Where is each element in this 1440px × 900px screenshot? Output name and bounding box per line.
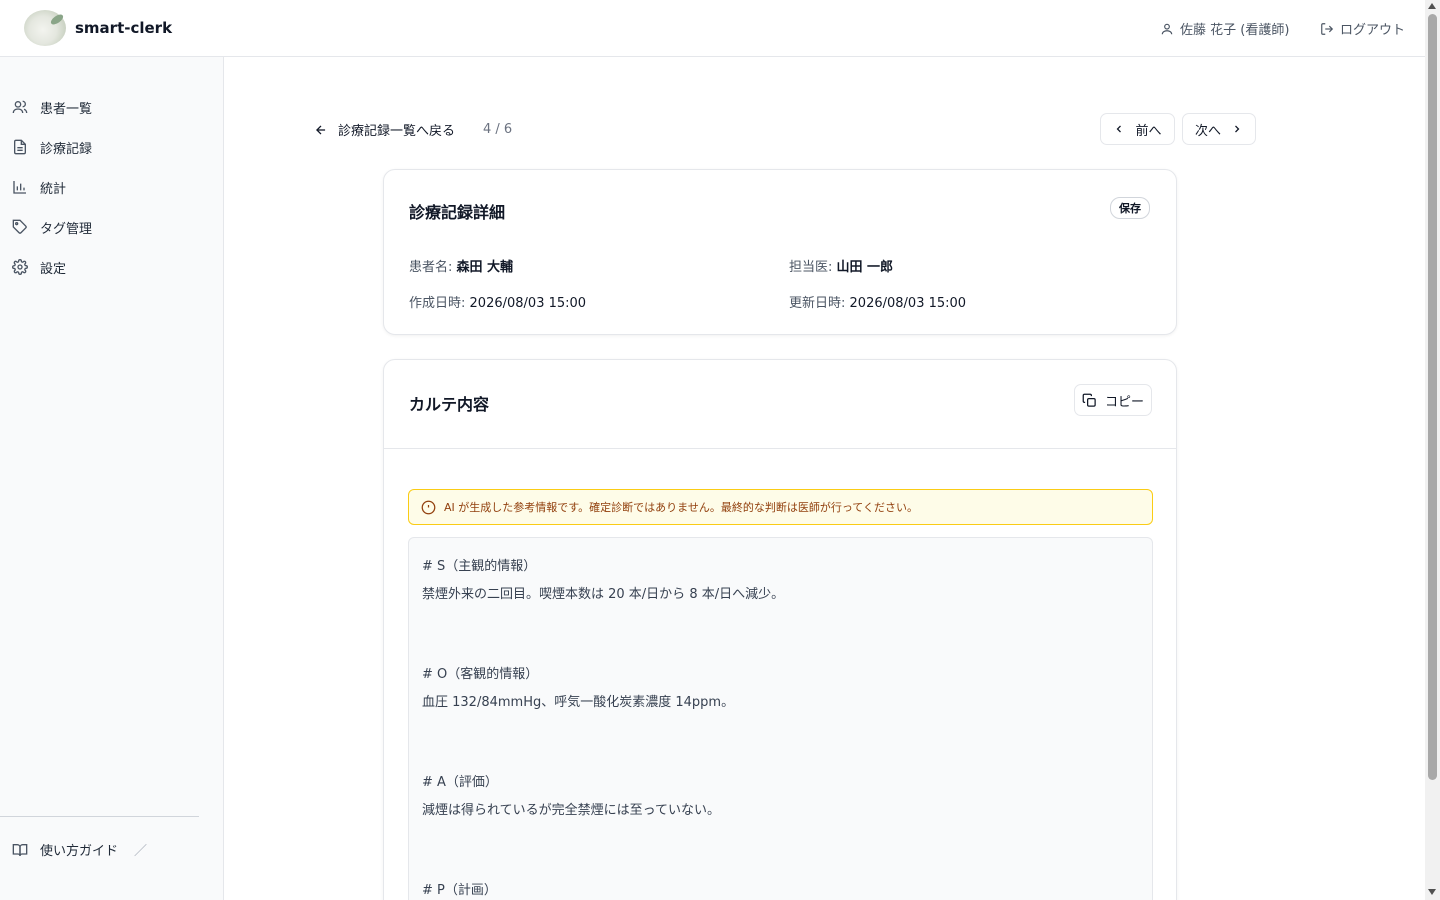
chart-content-card: カルテ内容 コピー AI が生成した参考情報です。確定診断ではありません。最終的… xyxy=(383,359,1177,900)
doctor-label: 担当医: xyxy=(789,260,833,275)
copy-label: コピー xyxy=(1104,394,1144,410)
scroll-down-arrow-icon[interactable] xyxy=(1428,889,1436,895)
user-name: 佐藤 花子 (看護師) xyxy=(1180,23,1290,38)
sidebar: 患者一覧 診療記録 統計 タグ管理 設定 使い方ガイド ／ xyxy=(0,57,224,900)
next-label: 次へ xyxy=(1194,123,1221,139)
chart-line: # O（客観的情報） xyxy=(422,667,539,682)
record-counter: 4 / 6 xyxy=(483,122,513,137)
app-logo xyxy=(24,10,66,46)
warning-text: AI が生成した参考情報です。確定診断ではありません。最終的な判断は医師が行って… xyxy=(444,501,918,514)
patient-label: 患者名: xyxy=(409,260,453,275)
scroll-up-arrow-icon[interactable] xyxy=(1428,3,1436,9)
updated-label: 更新日時: xyxy=(789,296,846,311)
chevron-right-icon xyxy=(1231,123,1243,135)
page-scrollbar[interactable] xyxy=(1425,0,1440,900)
record-detail-title: 診療記録詳細 xyxy=(409,203,506,222)
chart-line: 禁煙外来の二回目。喫煙本数は 20 本/日から 8 本/日へ減少。 xyxy=(422,587,785,602)
sidebar-item-label: 患者一覧 xyxy=(40,101,93,117)
logout-icon xyxy=(1320,22,1334,36)
logout-button[interactable]: ログアウト xyxy=(1320,19,1405,38)
sidebar-item-settings[interactable]: 設定 xyxy=(12,255,66,279)
user-icon xyxy=(1160,22,1174,36)
ai-warning-banner: AI が生成した参考情報です。確定診断ではありません。最終的な判断は医師が行って… xyxy=(408,489,1153,525)
chart-line: 血圧 132/84mmHg、呼気一酸化炭素濃度 14ppm。 xyxy=(422,695,735,710)
created-label: 作成日時: xyxy=(409,296,466,311)
doctor-name: 山田 一郎 xyxy=(836,260,894,275)
chart-line: # P（計画） xyxy=(422,883,497,898)
created-field: 作成日時: 2026/08/03 15:00 xyxy=(409,292,586,311)
arrow-left-icon xyxy=(314,123,328,137)
guide-suffix: ／ xyxy=(134,844,148,859)
record-detail-card: 診療記録詳細 保存 患者名: 森田 大輔 担当医: 山田 一郎 作成日時: 20… xyxy=(383,169,1177,335)
back-label: 診療記録一覧へ戻る xyxy=(338,124,456,139)
logout-label: ログアウト xyxy=(1340,23,1406,38)
prev-button[interactable]: 前へ xyxy=(1100,113,1175,145)
sidebar-item-stats[interactable]: 統計 xyxy=(12,175,66,199)
guide-label: 使い方ガイド xyxy=(40,844,119,859)
status-badge: 保存 xyxy=(1110,197,1150,219)
book-icon xyxy=(12,842,28,858)
chart-line: 減煙は得られているが完全禁煙には至っていない。 xyxy=(422,803,720,818)
chart-text-box: # S（主観的情報） 禁煙外来の二回目。喫煙本数は 20 本/日から 8 本/日… xyxy=(408,537,1153,900)
chevron-left-icon xyxy=(1113,123,1125,135)
sidebar-divider xyxy=(0,816,199,817)
gear-icon xyxy=(12,259,28,275)
chart-line: # S（主観的情報） xyxy=(422,559,537,574)
users-icon xyxy=(12,99,28,115)
patient-name: 森田 大輔 xyxy=(456,260,514,275)
sidebar-item-label: 統計 xyxy=(40,181,67,197)
sidebar-item-label: タグ管理 xyxy=(40,221,93,237)
sidebar-guide-link[interactable]: 使い方ガイド ／ xyxy=(12,840,147,859)
chart-line: # A（評価） xyxy=(422,775,498,790)
back-to-list-link[interactable]: 診療記録一覧へ戻る xyxy=(314,120,455,139)
scrollbar-thumb[interactable] xyxy=(1428,14,1437,780)
sidebar-item-label: 診療記録 xyxy=(40,141,93,157)
card-divider xyxy=(384,448,1176,449)
file-text-icon xyxy=(12,139,28,155)
sidebar-item-records[interactable]: 診療記録 xyxy=(12,135,92,159)
tag-icon xyxy=(12,219,28,235)
next-button[interactable]: 次へ xyxy=(1182,113,1256,145)
alert-circle-icon xyxy=(421,500,436,515)
sidebar-item-patients[interactable]: 患者一覧 xyxy=(12,95,92,119)
current-user: 佐藤 花子 (看護師) xyxy=(1160,19,1289,38)
updated-value: 2026/08/03 15:00 xyxy=(849,296,967,311)
copy-button[interactable]: コピー xyxy=(1074,384,1152,416)
app-header: smart-clerk 佐藤 花子 (看護師) ログアウト xyxy=(0,0,1425,57)
chart-content-title: カルテ内容 xyxy=(409,395,490,414)
doctor-field: 担当医: 山田 一郎 xyxy=(789,256,893,275)
updated-field: 更新日時: 2026/08/03 15:00 xyxy=(789,292,966,311)
brand-name: smart-clerk xyxy=(75,19,173,37)
copy-icon xyxy=(1082,393,1097,408)
sidebar-item-tags[interactable]: タグ管理 xyxy=(12,215,92,239)
prev-label: 前へ xyxy=(1135,123,1162,139)
bar-chart-icon xyxy=(12,179,28,195)
created-value: 2026/08/03 15:00 xyxy=(469,296,587,311)
patient-field: 患者名: 森田 大輔 xyxy=(409,256,513,275)
sidebar-item-label: 設定 xyxy=(40,261,67,277)
